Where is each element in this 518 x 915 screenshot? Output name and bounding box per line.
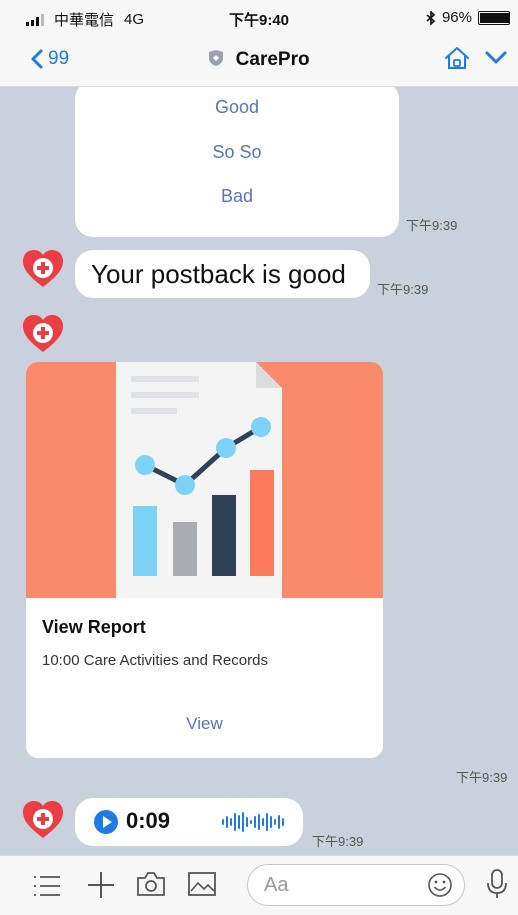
chevron-down-icon[interactable]	[484, 50, 508, 66]
message-time: 下午9:39	[456, 770, 508, 785]
chat-area[interactable]: Good So So Bad 下午9:39 Your postback is g…	[0, 87, 518, 855]
battery-percent: 96%	[441, 9, 472, 26]
camera-icon[interactable]	[136, 871, 166, 897]
bot-avatar-heart-icon[interactable]	[22, 314, 64, 354]
nav-bar: 99 CarePro	[0, 36, 518, 87]
option-good[interactable]: Good	[75, 97, 399, 118]
battery-icon	[478, 10, 510, 25]
menu-icon[interactable]	[32, 874, 62, 898]
waveform-icon	[222, 812, 284, 832]
bot-avatar-heart-icon[interactable]	[22, 249, 64, 289]
option-so-so[interactable]: So So	[75, 142, 399, 163]
image-icon[interactable]	[187, 871, 217, 897]
bluetooth-icon	[426, 10, 436, 25]
home-icon[interactable]	[444, 46, 470, 70]
message-time: 下午9:39	[406, 218, 458, 233]
report-title: View Report	[42, 617, 146, 637]
play-icon[interactable]	[94, 810, 118, 834]
chat-title-text: CarePro	[235, 49, 310, 70]
voice-duration: 0:09	[126, 808, 171, 833]
bot-avatar-heart-icon[interactable]	[22, 800, 64, 840]
report-subtitle: 10:00 Care Activities and Records	[42, 652, 268, 669]
report-hero-image	[26, 362, 383, 598]
message-time: 下午9:39	[312, 834, 364, 849]
microphone-icon[interactable]	[486, 868, 508, 900]
view-button[interactable]: View	[26, 714, 383, 734]
quick-reply-card: Good So So Bad	[75, 87, 399, 237]
reply-text: Your postback is good	[91, 259, 346, 289]
report-card[interactable]: View Report 10:00 Care Activities and Re…	[26, 362, 383, 758]
option-bad[interactable]: Bad	[75, 186, 399, 207]
status-bar: 中華電信 4G 下午9:40 96%	[0, 0, 518, 36]
reply-bubble: Your postback is good	[75, 250, 370, 298]
input-bar	[0, 855, 518, 915]
chat-title[interactable]: CarePro	[0, 49, 518, 71]
voice-message-bubble: 0:09	[75, 798, 303, 846]
emoji-icon[interactable]	[427, 872, 453, 898]
plus-icon[interactable]	[86, 870, 116, 900]
report-illustration	[116, 362, 282, 598]
battery-fill	[480, 12, 509, 23]
message-time: 下午9:39	[377, 282, 429, 297]
shield-icon	[209, 50, 224, 66]
